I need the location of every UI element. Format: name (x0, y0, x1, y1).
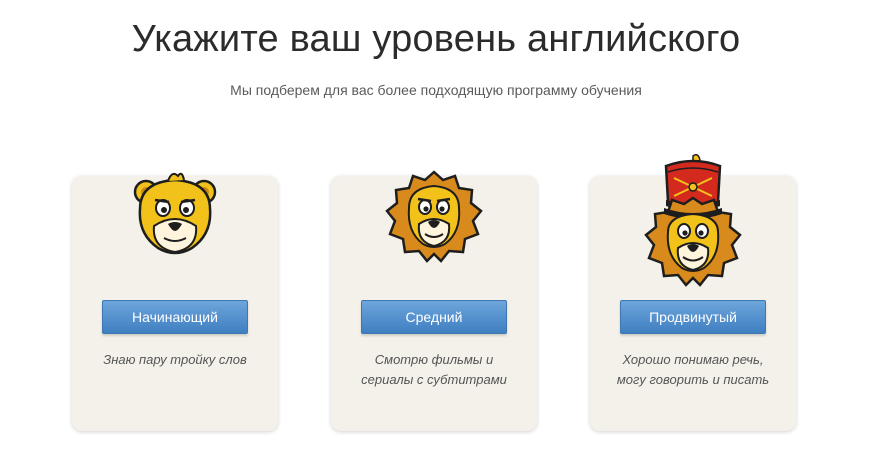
level-description-advanced: Хорошо понимаю речь, могу говорить и пис… (616, 352, 770, 387)
level-selection-page: Укажите ваш уровень английского Мы подбе… (0, 0, 872, 465)
lion-with-hussar-hat-icon (590, 154, 796, 288)
page-title: Укажите ваш уровень английского (131, 18, 741, 60)
lion-icon (331, 154, 537, 264)
level-button-advanced[interactable]: Продвинутый (620, 300, 766, 334)
level-button-intermediate[interactable]: Средний (361, 300, 507, 334)
level-card-intermediate[interactable]: Средний Смотрю фильмы и сериалы с субтит… (331, 170, 537, 431)
level-card-advanced[interactable]: Продвинутый Хорошо понимаю речь, могу го… (590, 154, 796, 431)
level-description-beginner: Знаю пару тройку слов (103, 352, 247, 367)
page-subtitle: Мы подберем для вас более подходящую про… (230, 82, 642, 98)
level-description-intermediate: Смотрю фильмы и сериалы с субтитрами (361, 352, 507, 387)
lion-cub-icon (72, 154, 278, 264)
level-button-beginner[interactable]: Начинающий (102, 300, 248, 334)
level-card-beginner[interactable]: Начинающий Знаю пару тройку слов (72, 172, 278, 431)
